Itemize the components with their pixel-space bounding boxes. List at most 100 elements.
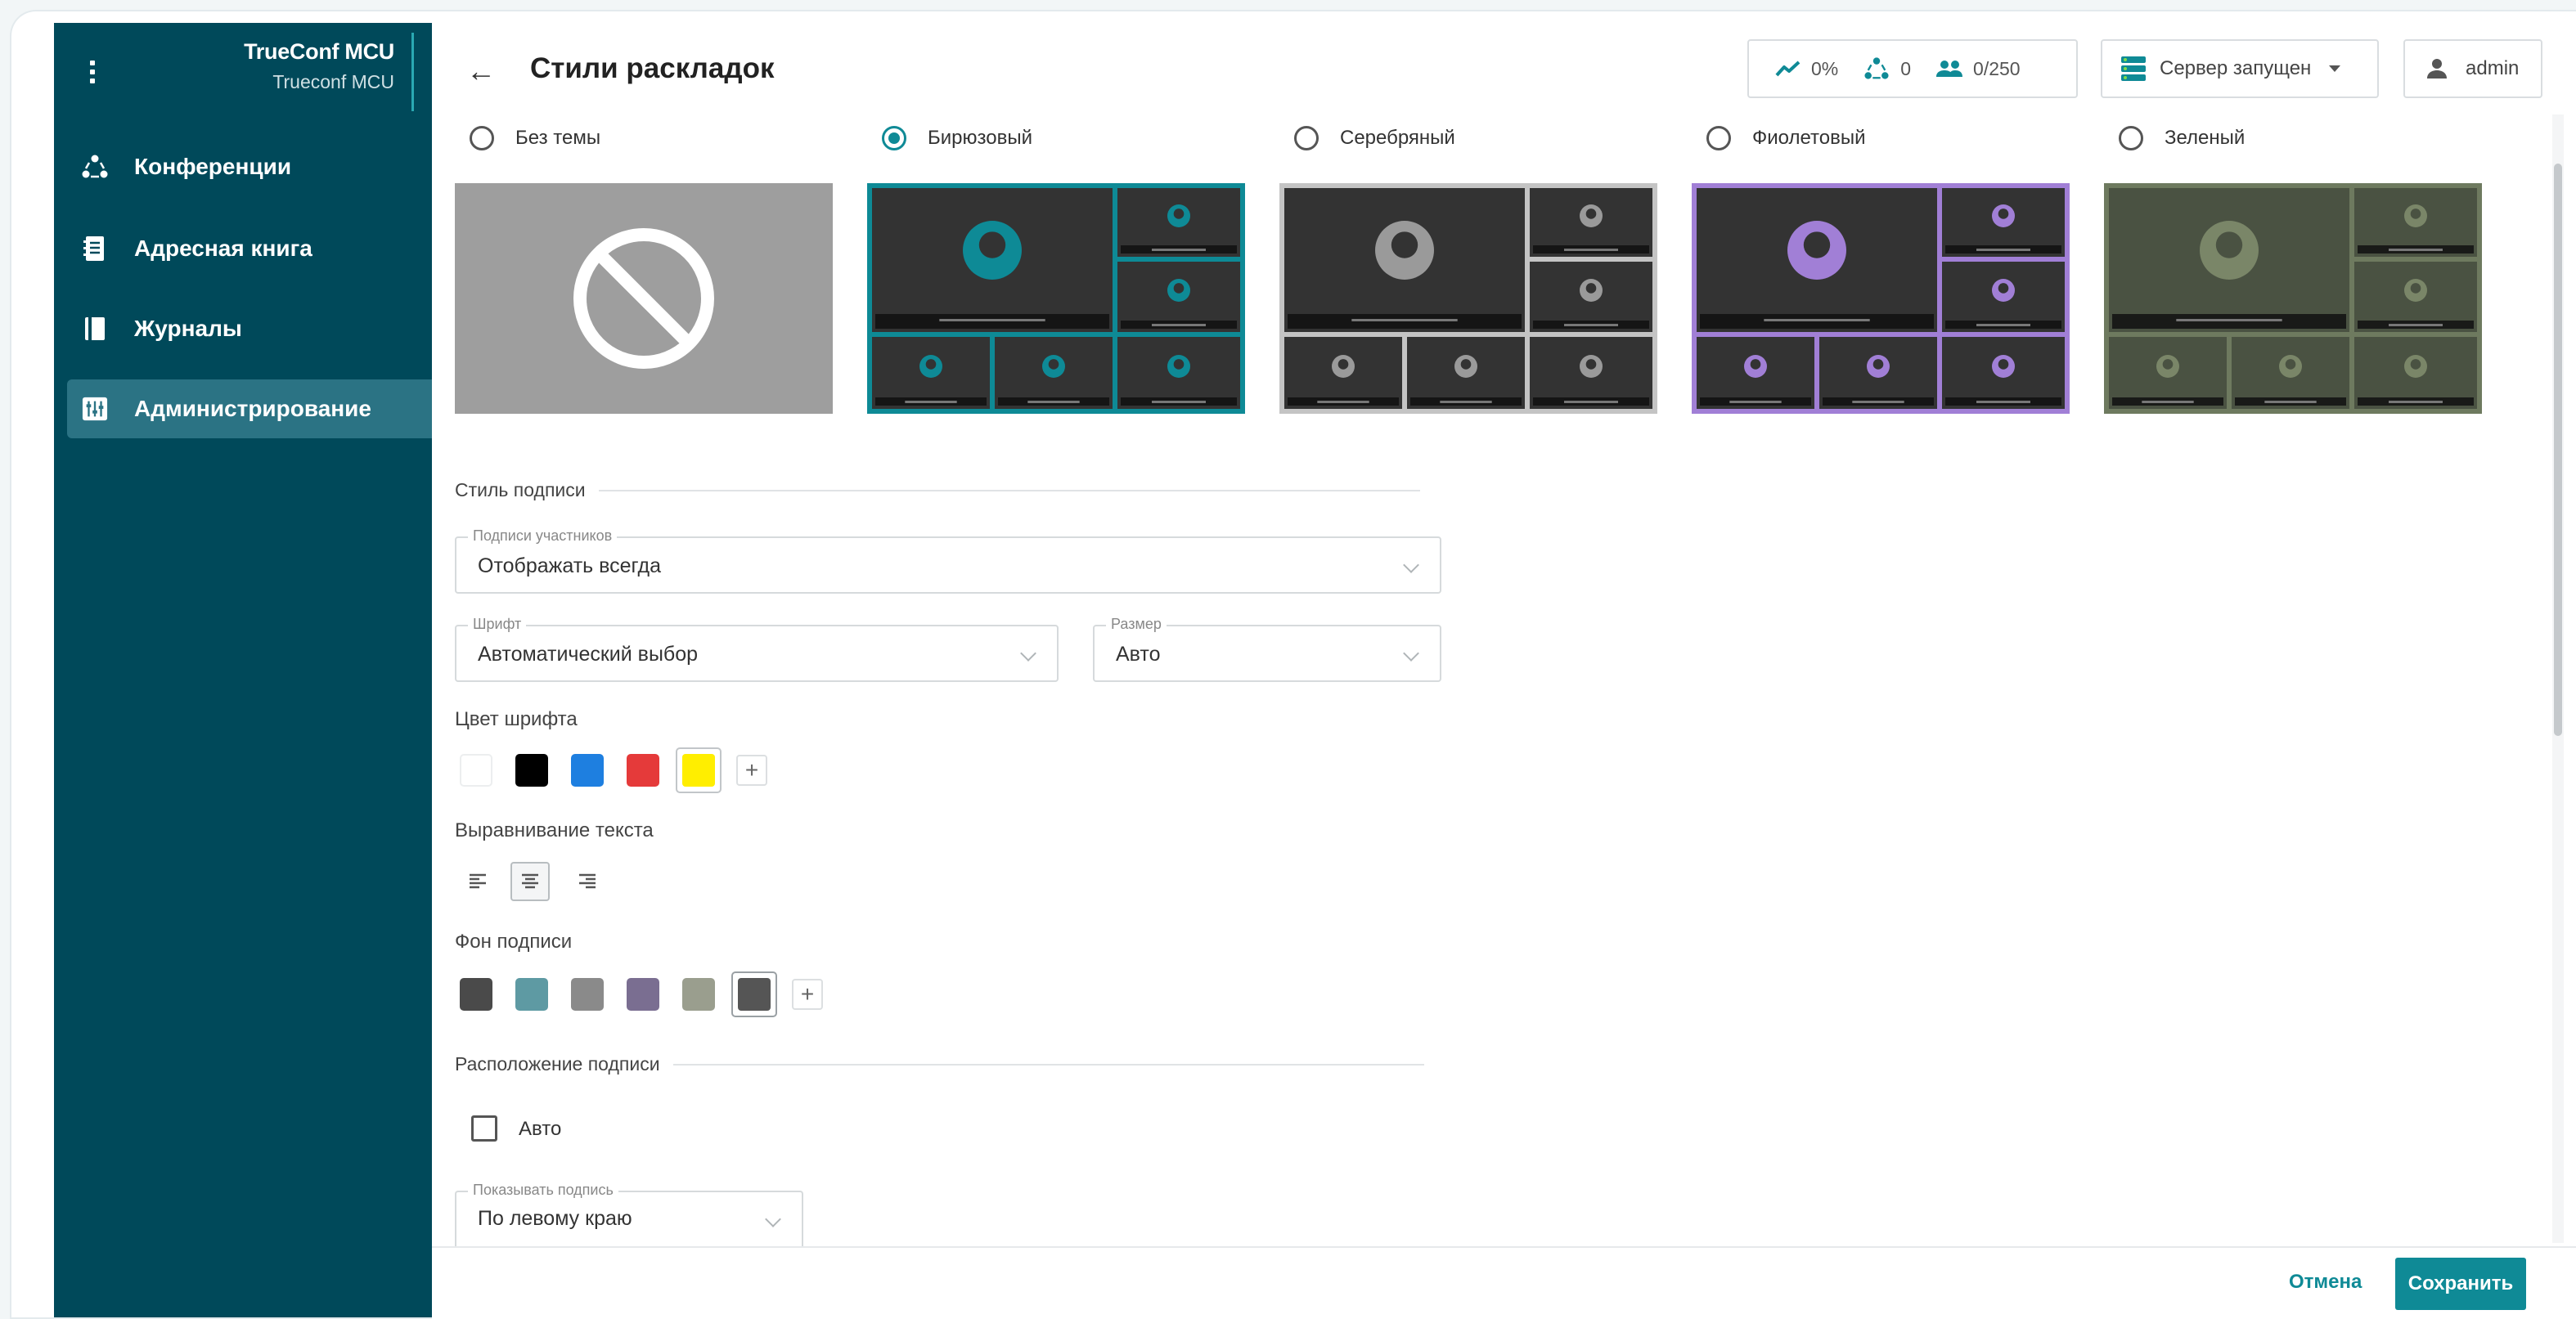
field-label: Шрифт: [468, 616, 527, 633]
font-select[interactable]: Шрифт Автоматический выбор: [455, 616, 1059, 682]
back-arrow-icon[interactable]: ←: [466, 54, 496, 88]
field-label: Показывать подпись: [468, 1182, 618, 1199]
caption-bg-color-6[interactable]: [731, 971, 777, 1017]
footer-bar: [432, 1246, 2576, 1319]
menu-icon[interactable]: [90, 61, 95, 85]
conferences-count-icon: [1864, 57, 1889, 79]
font-color-yellow-selected[interactable]: [676, 747, 722, 793]
layout-tile: [2354, 262, 2477, 332]
server-status-label: Сервер запущен: [2160, 57, 2312, 79]
theme-option-none[interactable]: Без темы: [470, 126, 600, 150]
font-color-black[interactable]: [515, 754, 548, 787]
sidebar-item-address-book[interactable]: Адресная книга: [67, 219, 432, 278]
chevron-down-icon: [1403, 645, 1419, 662]
theme-option-label: Бирюзовый: [928, 127, 1032, 149]
layout-preview-icon: [2104, 183, 2482, 414]
cancel-button[interactable]: Отмена: [2289, 1271, 2362, 1294]
sidebar-item-administration[interactable]: Администрирование: [67, 379, 432, 438]
sidebar-header: TrueConf MCU Trueconf MCU: [54, 23, 432, 121]
server-icon: [2121, 56, 2146, 81]
align-left-icon: [470, 873, 486, 889]
color-fill: [738, 978, 771, 1011]
sidebar-item-label: Администрирование: [134, 396, 371, 421]
theme-preview-green[interactable]: [2104, 183, 2482, 414]
theme-preview-none[interactable]: [455, 183, 833, 414]
caption-bg-color-1[interactable]: [460, 978, 492, 1011]
layout-tile: [872, 337, 990, 409]
load-stat: 0%: [1775, 58, 1838, 80]
layout-tile: [2109, 337, 2227, 409]
radio-none[interactable]: [470, 126, 494, 150]
app-title-main: TrueConf MCU: [244, 39, 394, 64]
caption-bg-color-5[interactable]: [682, 978, 715, 1011]
address-book-icon: [82, 236, 108, 262]
layout-tile: [1117, 188, 1240, 257]
vertical-scrollbar[interactable]: [2552, 114, 2564, 1243]
chevron-down-icon: [765, 1211, 781, 1227]
section-title: Расположение подписи: [455, 1053, 660, 1074]
layout-tile: [2232, 337, 2349, 409]
field-label: Подписи участников: [468, 527, 618, 545]
theme-preview-turquoise[interactable]: [867, 183, 1245, 414]
participants-icon: [1936, 61, 1963, 77]
user-icon: [2427, 59, 2447, 79]
caption-bg-color-2[interactable]: [515, 978, 548, 1011]
field-value: Авто: [1116, 643, 1161, 666]
scrollbar-thumb[interactable]: [2554, 164, 2562, 736]
sidebar-item-conferences[interactable]: Конференции: [67, 137, 432, 196]
auto-position-label: Авто: [519, 1118, 562, 1140]
theme-option-green[interactable]: Зеленый: [2119, 126, 2245, 150]
auto-position-checkbox[interactable]: [471, 1115, 497, 1142]
layout-tile: [1819, 337, 1937, 409]
divider: [672, 1063, 1424, 1066]
field-value: Отображать всегда: [478, 554, 662, 577]
radio-turquoise[interactable]: [882, 126, 906, 150]
add-font-color-button[interactable]: +: [736, 755, 767, 786]
theme-preview-silver[interactable]: [1279, 183, 1657, 414]
participants-captions-select[interactable]: Подписи участников Отображать всегда: [455, 527, 1441, 594]
layout-tile: [1407, 337, 1525, 409]
layout-preview-icon: [1692, 183, 2070, 414]
user-name: admin: [2466, 57, 2520, 79]
layout-tile: [1942, 188, 2065, 257]
app-title-sub: Trueconf MCU: [272, 71, 394, 92]
field-value: Автоматический выбор: [478, 643, 699, 666]
load-value: 0%: [1811, 57, 1839, 79]
save-button[interactable]: Сохранить: [2395, 1258, 2526, 1310]
field-label: Размер: [1106, 616, 1167, 633]
font-color-red[interactable]: [627, 754, 659, 787]
caption-bg-color-3[interactable]: [571, 978, 604, 1011]
radio-green[interactable]: [2119, 126, 2143, 150]
theme-option-silver[interactable]: Серебряный: [1294, 126, 1455, 150]
theme-preview-violet[interactable]: [1692, 183, 2070, 414]
field-value: По левому краю: [478, 1207, 632, 1230]
align-right-button[interactable]: [568, 862, 607, 901]
size-select[interactable]: Размер Авто: [1093, 616, 1441, 682]
caret-down-icon: [2329, 65, 2341, 72]
layout-tile: [1530, 262, 1652, 332]
font-color-blue[interactable]: [571, 754, 604, 787]
user-menu[interactable]: admin: [2403, 39, 2542, 98]
radio-violet[interactable]: [1706, 126, 1731, 150]
align-center-icon: [522, 873, 538, 889]
server-status-dropdown[interactable]: Сервер запущен: [2101, 39, 2379, 98]
theme-option-violet[interactable]: Фиолетовый: [1706, 126, 1866, 150]
theme-option-label: Без темы: [515, 127, 601, 149]
font-color-white[interactable]: [460, 754, 492, 787]
sidebar-item-label: Адресная книга: [134, 236, 312, 261]
text-align-label: Выравнивание текста: [455, 819, 654, 841]
layout-tile: [1697, 188, 1937, 332]
caption-bg-color-4[interactable]: [627, 978, 659, 1011]
server-stats: 0% 0 0/250: [1747, 39, 2078, 98]
add-bg-color-button[interactable]: +: [792, 979, 823, 1010]
align-left-button[interactable]: [458, 862, 497, 901]
layout-tile: [1117, 337, 1240, 409]
radio-silver[interactable]: [1294, 126, 1319, 150]
theme-option-turquoise[interactable]: Бирюзовый: [882, 126, 1032, 150]
show-caption-select[interactable]: Показывать подпись По левому краю: [455, 1182, 803, 1246]
theme-option-label: Фиолетовый: [1752, 127, 1866, 149]
sidebar-item-logs[interactable]: Журналы: [67, 299, 432, 358]
load-chart-icon: [1775, 61, 1801, 77]
layout-tile: [1117, 262, 1240, 332]
align-center-button[interactable]: [510, 862, 550, 901]
